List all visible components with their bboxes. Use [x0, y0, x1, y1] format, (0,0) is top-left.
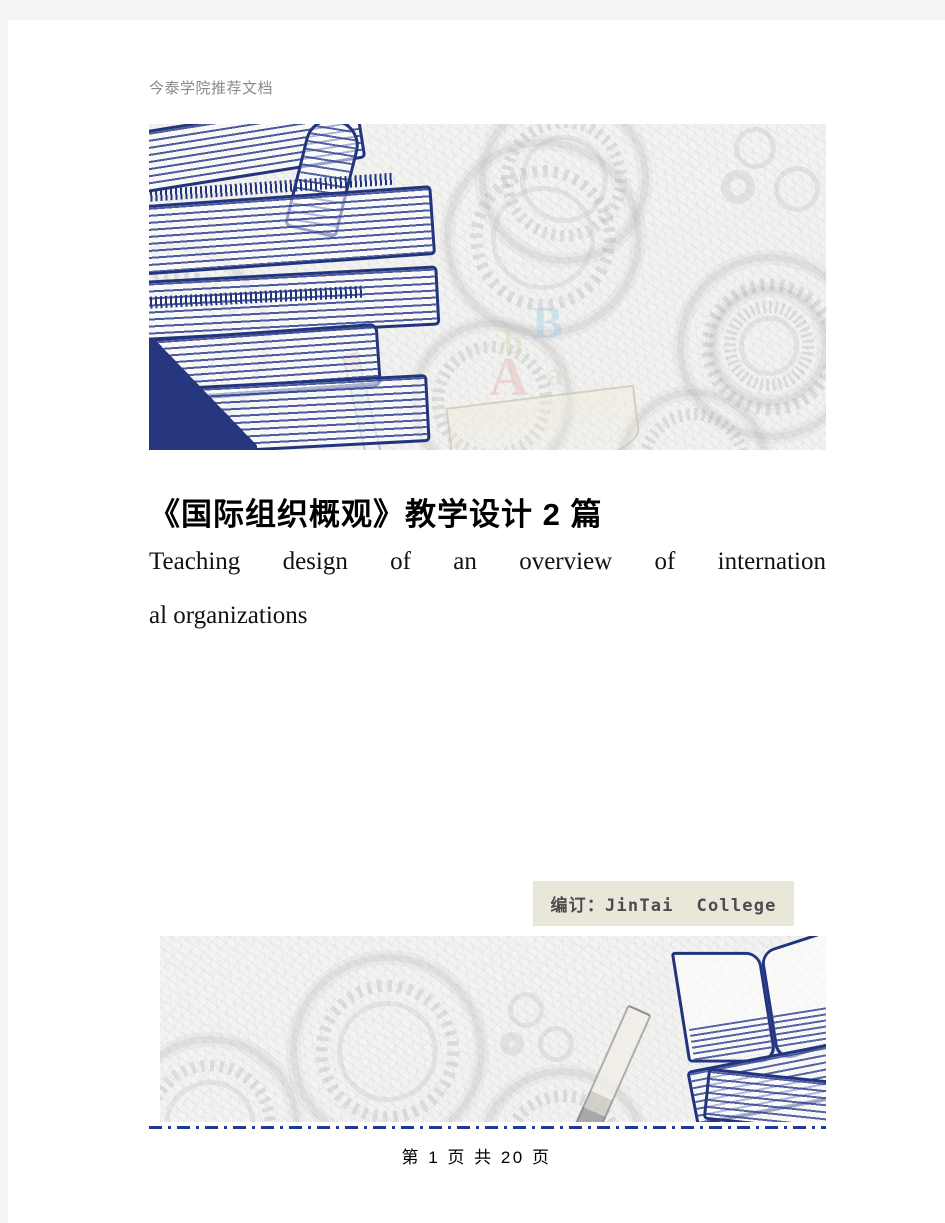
gear-icon — [734, 127, 776, 169]
corner-wedge — [149, 338, 257, 450]
bottom-banner-image — [160, 936, 826, 1122]
editor-credit-box: 编订：JinTai College — [533, 881, 794, 926]
editor-credit-text: 编订：JinTai College — [550, 896, 777, 916]
gear-icon — [774, 166, 820, 212]
gear-icon — [290, 954, 485, 1122]
book-second — [149, 185, 437, 277]
document-page: 今泰学院推荐文档 B b A a 《国际组织概观》教学设计 2 篇 Teachi… — [8, 20, 945, 1223]
book-pages — [149, 188, 433, 274]
footer-page-indicator: 第 1 页 共 20 页 — [401, 1148, 552, 1167]
ghost-letter-a-lower: a — [547, 356, 563, 392]
gear-icon — [538, 1026, 574, 1062]
gear-icon — [709, 286, 826, 406]
book-pages — [706, 1071, 826, 1122]
gear-icon — [721, 170, 755, 204]
ghost-letter-b: B — [532, 297, 563, 348]
gear-icon — [508, 992, 544, 1028]
document-header-label: 今泰学院推荐文档 — [149, 80, 274, 97]
gear-icon — [500, 1032, 524, 1056]
screenshot-canvas: 今泰学院推荐文档 B b A a 《国际组织概观》教学设计 2 篇 Teachi… — [0, 0, 945, 1223]
page-subtitle: Teaching design of an overview of intern… — [149, 535, 826, 643]
page-subtitle-line-1: Teaching design of an overview of intern… — [149, 548, 826, 575]
page-subtitle-line-2: al organizations — [149, 602, 308, 629]
footer-divider — [149, 1126, 826, 1129]
top-banner-image: B b A a — [149, 124, 826, 450]
page-title: 《国际组织概观》教学设计 2 篇 — [149, 496, 603, 532]
